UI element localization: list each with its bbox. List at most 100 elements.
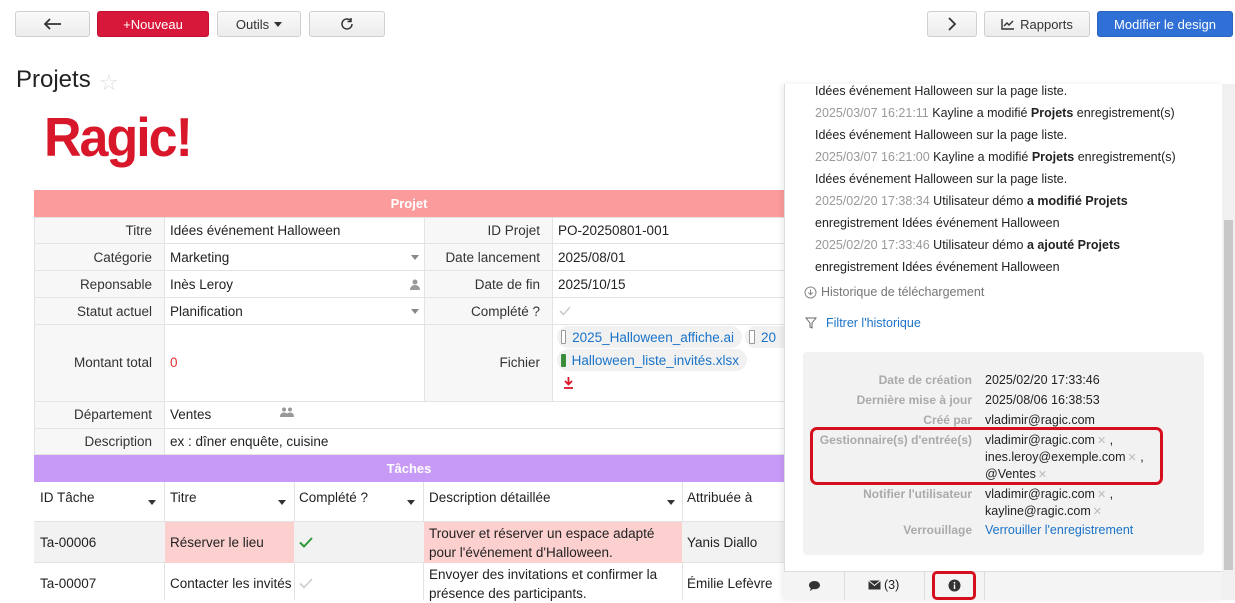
arrow-left-icon (43, 18, 61, 30)
edit-design-button[interactable]: Modifier le design (1097, 11, 1233, 37)
download-icon[interactable] (563, 377, 574, 389)
label-departement: Département (73, 407, 152, 422)
log-emphasis: a modifié Projets (1026, 194, 1128, 208)
meta-created: 2025/02/20 17:33:46 (985, 373, 1100, 387)
comment-icon[interactable] (808, 580, 821, 592)
chart-line-icon (1001, 19, 1015, 30)
field-id-projet: PO-20250801-001 (558, 223, 670, 238)
mail-icon (868, 580, 881, 590)
back-button[interactable] (15, 11, 90, 37)
reports-button[interactable]: Rapports (984, 11, 1090, 37)
label-responsable: Reponsable (79, 277, 152, 292)
task-titre: Réserver le lieu (170, 535, 264, 550)
categorie-dropdown-icon[interactable] (411, 255, 419, 260)
log-timestamp: 2025/02/20 17:38:34 (815, 194, 930, 208)
info-icon[interactable] (948, 579, 961, 592)
field-departement[interactable]: Ventes (170, 407, 211, 422)
statut-dropdown-icon[interactable] (411, 309, 419, 314)
checkmark-icon[interactable] (559, 306, 571, 316)
label-date-lancement: Date lancement (445, 250, 540, 265)
sort-caret-icon[interactable] (407, 500, 415, 505)
scrollbar-thumb[interactable] (1224, 220, 1233, 570)
sort-caret-icon[interactable] (667, 500, 675, 505)
column-header-attribuee[interactable]: Attribuée à (687, 490, 752, 505)
field-categorie[interactable]: Marketing (170, 250, 229, 265)
notify-entry[interactable]: vladimir@ragic.com ✕ , (985, 487, 1113, 501)
panel-bottom-bar (784, 571, 1222, 600)
remove-icon[interactable]: ✕ (1097, 489, 1106, 501)
refresh-icon (341, 18, 353, 30)
column-header-description[interactable]: Description détaillée (429, 490, 551, 505)
table-row[interactable] (34, 563, 784, 600)
field-date-lancement[interactable]: 2025/08/01 (558, 250, 626, 265)
meta-creator: vladimir@ragic.com (985, 413, 1095, 427)
meta-label-lock: Verrouillage (903, 523, 972, 537)
task-description-line2: pour l'événement d'Halloween. (429, 545, 613, 560)
lock-record-link[interactable]: Verrouiller l'enregistrement (985, 523, 1133, 537)
new-button[interactable]: +Nouveau (97, 11, 209, 37)
label-description: Description (84, 434, 152, 449)
field-titre[interactable]: Idées événement Halloween (170, 223, 340, 238)
log-timestamp: 2025/02/20 17:33:46 (815, 238, 930, 252)
notify-entry[interactable]: kayline@ragic.com ✕ (985, 504, 1102, 518)
field-statut[interactable]: Planification (170, 304, 243, 319)
file-chip-affiche[interactable]: 2025_Halloween_affiche.ai (557, 326, 742, 348)
group-icon[interactable] (280, 407, 294, 417)
history-log-line: 2025/03/07 16:21:11 Kayline a modifié Pr… (815, 102, 1175, 124)
history-log-line: Idées événement Halloween sur la page li… (815, 80, 1067, 102)
label-date-fin: Date de fin (474, 277, 540, 292)
file-name: 2025_Halloween_affiche.ai (572, 329, 734, 345)
section-projet-header: Projet (34, 190, 784, 217)
task-assignee: Émilie Lefèvre (687, 576, 773, 591)
log-timestamp: 2025/03/07 16:21:00 (815, 150, 930, 164)
history-log-line: 2025/02/20 17:38:34 Utilisateur démo a m… (815, 190, 1128, 212)
log-emphasis: a ajouté Projets (1026, 238, 1121, 252)
section-taches-header: Tâches (34, 455, 784, 482)
label-titre: Titre (125, 223, 153, 238)
log-text: Kayline a modifié (928, 106, 1031, 120)
filter-history-label: Filtrer l'historique (826, 316, 921, 330)
field-responsable[interactable]: Inès Leroy (170, 277, 233, 292)
log-text: Idées événement Halloween sur la page li… (815, 128, 1068, 142)
label-statut: Statut actuel (76, 304, 152, 319)
task-titre: Contacter les invités (170, 576, 292, 591)
remove-icon[interactable]: ✕ (1093, 506, 1102, 518)
file-name: Halloween_liste_invités.xlsx (571, 352, 739, 368)
chevron-right-icon (948, 17, 957, 31)
task-id: Ta-00007 (40, 576, 97, 591)
file-chip-liste[interactable]: Halloween_liste_invités.xlsx (557, 349, 747, 371)
task-assignee: Yanis Diallo (687, 535, 758, 550)
column-header-complete[interactable]: Complété ? (299, 490, 368, 505)
log-text: Utilisateur démo (929, 238, 1027, 252)
history-log-line: Idées événement Halloween sur la page li… (815, 124, 1067, 146)
label-fichier: Fichier (499, 355, 540, 370)
sort-caret-icon[interactable] (148, 500, 156, 505)
log-text: Idées événement Halloween sur la page li… (815, 84, 1068, 98)
highlight-managers (810, 427, 1163, 485)
field-date-fin[interactable]: 2025/10/15 (558, 277, 626, 292)
meta-label-created: Date de création (878, 373, 972, 387)
history-log-line: Idées événement Halloween sur la page li… (815, 168, 1067, 190)
log-text: Kayline a modifié (929, 150, 1032, 164)
file-chip-second[interactable]: 20 (745, 326, 784, 348)
tools-button[interactable]: Outils (217, 11, 301, 37)
meta-label-updated: Dernière mise à jour (856, 393, 972, 407)
document-icon (561, 330, 567, 344)
label-categorie: Catégorie (93, 250, 152, 265)
history-log-line: 2025/02/20 17:33:46 Utilisateur démo a a… (815, 234, 1120, 256)
log-text: enregistrement(s) (1074, 150, 1176, 164)
filter-history-link[interactable]: Filtrer l'historique (805, 316, 921, 330)
filter-icon (805, 317, 817, 329)
log-text: enregistrement(s) (1073, 106, 1175, 120)
field-description[interactable]: ex : dîner enquête, cuisine (170, 434, 328, 449)
download-history-link[interactable]: Historique de téléchargement (804, 285, 984, 299)
sort-caret-icon[interactable] (278, 500, 286, 505)
mail-tab[interactable]: (3) (868, 578, 899, 592)
column-header-titre[interactable]: Titre (170, 490, 197, 505)
notify-email: vladimir@ragic.com (985, 487, 1095, 501)
column-header-id[interactable]: ID Tâche (40, 490, 95, 505)
refresh-button[interactable] (309, 11, 385, 37)
next-record-button[interactable] (927, 11, 977, 37)
star-icon[interactable]: ☆ (99, 70, 119, 96)
user-icon[interactable] (410, 279, 420, 290)
